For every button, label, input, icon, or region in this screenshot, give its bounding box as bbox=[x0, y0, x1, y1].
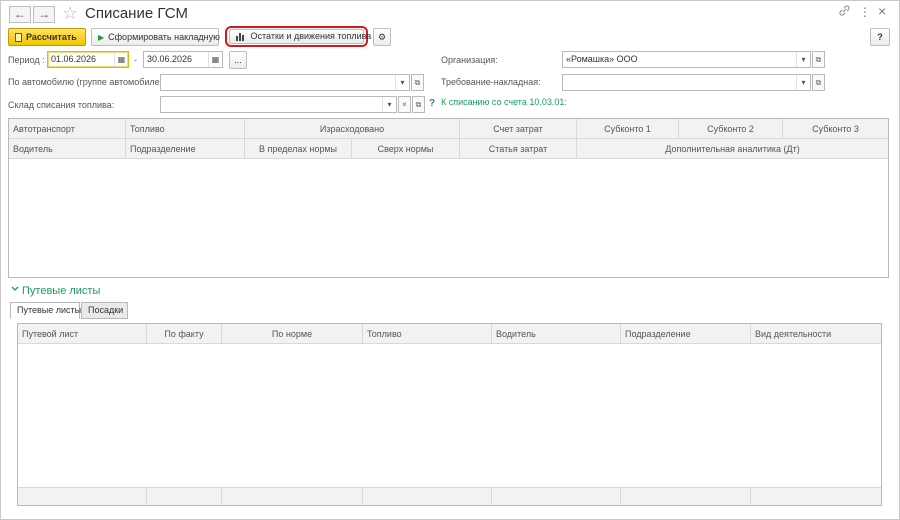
warehouse-label: Склад списания топлива: bbox=[8, 100, 115, 110]
settings-button[interactable]: ⚙ bbox=[373, 28, 391, 46]
column-header[interactable]: Топливо bbox=[126, 119, 245, 139]
vehicle-label: По автомобилю (группе автомобилей): bbox=[8, 77, 171, 87]
star-icon[interactable]: ☆ bbox=[62, 3, 78, 23]
requirement-open-button[interactable]: ⧉ bbox=[812, 74, 825, 91]
requirement-field[interactable]: ▾ bbox=[562, 74, 811, 91]
waybills-section-toggle[interactable]: Путевые листы bbox=[11, 285, 100, 297]
period-from-field[interactable]: 01.06.2026 ▦ bbox=[47, 51, 129, 68]
warehouse-open-button[interactable]: ⧉ bbox=[412, 96, 425, 113]
period-label: Период : bbox=[8, 55, 45, 65]
help-button[interactable]: ? bbox=[870, 28, 890, 46]
period-to-field[interactable]: 30.06.2026 ▦ bbox=[143, 51, 223, 68]
document-window: ← → ☆ Списание ГСМ ⋮ × Рассчитать ▶ Сформ… bbox=[0, 0, 900, 520]
requirement-label: Требование-накладная: bbox=[441, 77, 541, 87]
column-header[interactable]: Путевой лист bbox=[18, 324, 147, 344]
writeoff-table[interactable]: Автотранспорт Топливо Израсходовано Счет… bbox=[8, 118, 889, 278]
waybills-table[interactable]: Путевой лист По факту По норме Топливо В… bbox=[17, 323, 882, 506]
writeoff-account-note: К списанию со счета 10.03.01: bbox=[441, 97, 567, 107]
create-invoice-button[interactable]: ▶ Сформировать накладную bbox=[91, 28, 220, 46]
tab-landings[interactable]: Посадки bbox=[81, 302, 128, 319]
vehicle-field[interactable]: ▾ bbox=[160, 74, 410, 91]
warehouse-field[interactable]: ▾ bbox=[160, 96, 397, 113]
link-icon[interactable] bbox=[839, 5, 850, 19]
column-header[interactable]: Подразделение bbox=[621, 324, 751, 344]
open-icon: ⧉ bbox=[815, 78, 822, 87]
forward-button[interactable]: → bbox=[33, 6, 55, 23]
column-header[interactable]: Автотранспорт bbox=[9, 119, 126, 139]
column-header[interactable]: Дополнительная аналитика (Дт) bbox=[577, 139, 888, 159]
dropdown-icon[interactable]: ▾ bbox=[395, 75, 409, 90]
organization-field[interactable]: «Ромашка» ООО ▾ bbox=[562, 51, 811, 68]
fuel-balances-button[interactable]: Остатки и движения топлива bbox=[229, 29, 371, 44]
gear-icon: ⚙ bbox=[377, 32, 387, 42]
dropdown-icon[interactable]: ▾ bbox=[382, 97, 396, 112]
close-icon[interactable]: × bbox=[878, 3, 886, 19]
column-header[interactable]: Статья затрат bbox=[460, 139, 577, 159]
column-header[interactable]: Субконто 3 bbox=[783, 119, 888, 139]
column-header[interactable]: По норме bbox=[222, 324, 363, 344]
column-header[interactable]: Израсходовано bbox=[245, 119, 460, 139]
help-icon[interactable]: ? bbox=[429, 98, 435, 109]
organization-open-button[interactable]: ⧉ bbox=[812, 51, 825, 68]
calculate-button[interactable]: Рассчитать bbox=[8, 28, 86, 46]
table-footer-row bbox=[18, 487, 881, 506]
organization-label: Организация: bbox=[441, 55, 498, 65]
vehicle-open-button[interactable]: ⧉ bbox=[411, 74, 424, 91]
play-icon: ▶ bbox=[98, 33, 105, 42]
footer-cell bbox=[18, 488, 147, 506]
table-header-row: Автотранспорт Топливо Израсходовано Счет… bbox=[9, 119, 888, 139]
footer-cell bbox=[751, 488, 881, 506]
section-title: Путевые листы bbox=[22, 285, 101, 297]
back-button[interactable]: ← bbox=[9, 6, 31, 23]
column-header[interactable]: Сверх нормы bbox=[352, 139, 460, 159]
footer-cell bbox=[492, 488, 621, 506]
column-header[interactable]: Подразделение bbox=[126, 139, 245, 159]
period-select-button[interactable]: ... bbox=[229, 51, 247, 69]
column-header[interactable]: Водитель bbox=[492, 324, 621, 344]
calendar-icon[interactable]: ▦ bbox=[114, 52, 128, 67]
column-header[interactable]: Субконто 2 bbox=[679, 119, 783, 139]
warehouse-clear-button[interactable]: × bbox=[398, 96, 411, 113]
tab-waybills[interactable]: Путевые листы bbox=[10, 302, 81, 319]
footer-cell bbox=[222, 488, 363, 506]
column-header[interactable]: В пределах нормы bbox=[245, 139, 352, 159]
column-header[interactable]: Субконто 1 bbox=[577, 119, 679, 139]
open-icon: ⧉ bbox=[414, 78, 421, 87]
column-header[interactable]: Водитель bbox=[9, 139, 126, 159]
arrow-right-icon: → bbox=[38, 7, 50, 21]
open-icon: ⧉ bbox=[815, 55, 822, 64]
help-icon: ? bbox=[877, 32, 883, 42]
period-dash: - bbox=[134, 55, 137, 65]
dropdown-icon[interactable]: ▾ bbox=[796, 52, 810, 67]
table-header-row: Путевой лист По факту По норме Топливо В… bbox=[18, 324, 881, 344]
footer-cell bbox=[621, 488, 751, 506]
bar-chart-icon bbox=[236, 32, 244, 41]
table-header-row: Водитель Подразделение В пределах нормы … bbox=[9, 139, 888, 159]
chevron-down-icon bbox=[11, 283, 19, 291]
column-header[interactable]: Топливо bbox=[363, 324, 492, 344]
column-header[interactable]: Счет затрат bbox=[460, 119, 577, 139]
column-header[interactable]: Вид деятельности bbox=[751, 324, 881, 344]
more-icon[interactable]: ⋮ bbox=[859, 5, 871, 19]
window-title: Списание ГСМ bbox=[85, 5, 188, 22]
column-header[interactable]: По факту bbox=[147, 324, 222, 344]
document-icon bbox=[15, 33, 22, 43]
dropdown-icon[interactable]: ▾ bbox=[796, 75, 810, 90]
arrow-left-icon: ← bbox=[14, 7, 26, 21]
calendar-icon[interactable]: ▦ bbox=[208, 52, 222, 67]
footer-cell bbox=[363, 488, 492, 506]
clear-icon: × bbox=[402, 100, 407, 109]
footer-cell bbox=[147, 488, 222, 506]
open-icon: ⧉ bbox=[415, 100, 422, 109]
